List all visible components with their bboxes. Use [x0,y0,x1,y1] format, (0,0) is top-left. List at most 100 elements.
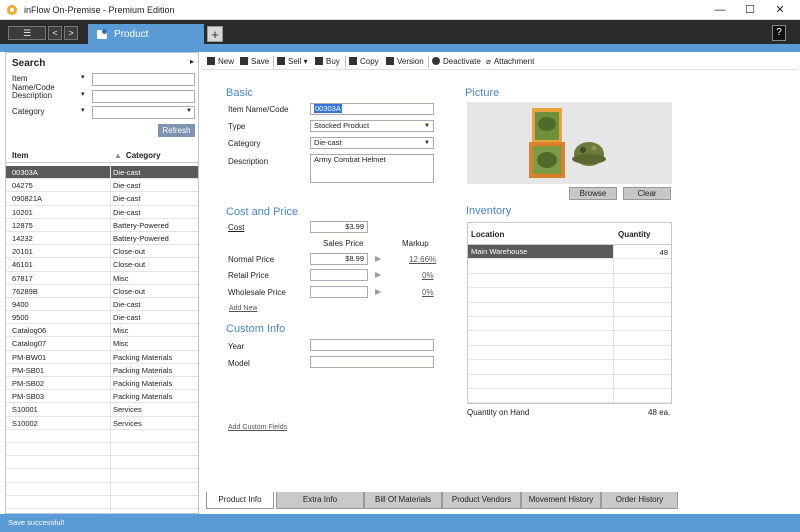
accent-strip [0,44,800,52]
inventory-row[interactable] [468,345,671,361]
inventory-row[interactable] [468,273,671,289]
chevron-right-icon: > [68,28,74,38]
forward-button[interactable]: > [64,26,78,40]
tab-product-info[interactable]: Product Info [206,492,274,509]
table-row[interactable]: PM-SB02 Packing Materials [6,377,198,391]
deactivate-button[interactable]: Deactivate [432,57,481,66]
refresh-button[interactable]: Refresh [158,124,195,137]
table-row[interactable] [6,482,198,496]
tab-product-vendors[interactable]: Product Vendors [442,492,521,509]
table-row[interactable] [6,442,198,457]
table-row[interactable]: PM-SB03 Packing Materials [6,390,198,404]
row-item: Catalog06 [12,326,47,336]
attachment-button[interactable]: ⌀ Attachment [486,57,534,66]
table-row[interactable] [6,429,198,443]
add-new-price-link[interactable]: Add New [229,305,257,312]
tab-bill-of-materials[interactable]: Bill Of Materials [364,492,442,509]
inventory-row[interactable] [468,389,671,404]
browse-button[interactable]: Browse [569,187,617,200]
play-arrow-icon[interactable]: ▶ [375,287,381,296]
tab-order-history[interactable]: Order History [601,492,678,509]
add-custom-fields-link[interactable]: Add Custom Fields [228,424,287,431]
inventory-row[interactable] [468,331,671,346]
table-row[interactable]: PM-BW01 Packing Materials [6,350,198,364]
inventory-row[interactable] [468,360,671,375]
status-bar: Save successful! [0,514,800,532]
sell-button[interactable]: Sell ▾ [277,57,308,66]
filter-operator-icon[interactable]: ▾ [81,90,85,98]
normal-markup-link[interactable]: 12.66% [409,255,436,264]
type-select[interactable]: Stocked Product ▼ [310,120,434,132]
play-arrow-icon[interactable]: ▶ [375,270,381,279]
menu-button[interactable]: ☰ [8,26,46,40]
table-row[interactable]: S10002 Services [6,416,198,430]
filter-description-input[interactable] [92,90,195,103]
table-row[interactable] [6,456,198,470]
filter-category-select[interactable]: ▼ [92,106,195,119]
close-button[interactable]: ✕ [766,2,794,18]
tab-extra-info[interactable]: Extra Info [276,492,364,509]
table-row[interactable]: PM-SB01 Packing Materials [6,363,198,377]
help-button[interactable]: ? [772,25,786,41]
year-input[interactable] [310,339,434,351]
category-select[interactable]: Die-cast ▼ [310,137,434,149]
clear-button[interactable]: Clear [623,187,671,200]
copy-button[interactable]: Copy [349,57,379,66]
inventory-row[interactable]: Main Warehouse 48 [468,245,671,260]
retail-price-input[interactable] [310,269,368,281]
version-button[interactable]: Version [386,57,424,66]
retail-markup-link[interactable]: 0% [422,271,434,280]
row-item: 10201 [12,207,33,217]
table-row[interactable]: 090821A Die-cast [6,192,198,206]
table-row[interactable]: Catalog07 Misc [6,337,198,351]
save-button[interactable]: Save [240,57,269,66]
maximize-button[interactable]: ☐ [736,2,764,18]
inventory-row[interactable] [468,374,671,389]
table-row[interactable]: 00303A Die-cast [6,166,198,180]
table-row[interactable]: S10001 Services [6,403,198,417]
inventory-row[interactable] [468,317,671,332]
column-location[interactable]: Location [471,230,504,239]
table-row[interactable] [6,469,198,483]
column-category[interactable]: ▲ Category [114,151,161,160]
description-textarea[interactable]: Army Combat Helmet [310,154,434,183]
table-row[interactable]: 14232 Battery-Powered [6,231,198,246]
filter-operator-icon[interactable]: ▾ [81,106,85,114]
back-button[interactable]: < [48,26,62,40]
inventory-row[interactable] [468,288,671,303]
model-input[interactable] [310,356,434,368]
inventory-row[interactable] [468,302,671,317]
table-row[interactable]: 04275 Die-cast [6,179,198,193]
wholesale-price-input[interactable] [310,286,368,298]
normal-price-input[interactable]: $8.99 [310,253,368,265]
buy-button[interactable]: Buy [315,57,340,66]
new-button[interactable]: New [207,57,234,66]
column-item[interactable]: Item [12,151,28,160]
filter-item-name-input[interactable] [92,73,195,86]
column-quantity[interactable]: Quantity [618,230,650,239]
product-picture[interactable] [467,102,672,184]
play-arrow-icon[interactable]: ▶ [375,254,381,263]
cost-label[interactable]: Cost [228,223,244,232]
table-row[interactable]: 46101 Close-out [6,258,198,272]
table-row[interactable]: 10201 Die-cast [6,205,198,219]
tab-product[interactable]: Product [88,24,204,44]
table-row[interactable]: 12875 Battery-Powered [6,218,198,232]
table-row[interactable] [6,495,198,509]
table-row[interactable]: 67817 Misc [6,271,198,285]
minimize-button[interactable]: — [706,2,734,18]
cost-input[interactable]: $3.99 [310,221,368,233]
inventory-row[interactable] [468,259,671,274]
table-row[interactable]: 9500 Die-cast [6,311,198,325]
table-row[interactable]: 9400 Die-cast [6,297,198,312]
tab-movement-history[interactable]: Movement History [521,492,601,509]
table-row[interactable]: 20101 Close-out [6,245,198,259]
item-name-input[interactable]: 00303A [310,103,434,115]
table-row[interactable]: Catalog06 Misc [6,324,198,338]
filter-operator-icon[interactable]: ▾ [81,73,85,81]
add-tab-button[interactable]: + [207,26,223,42]
table-row[interactable]: 76289B Close-out [6,284,198,298]
wholesale-markup-link[interactable]: 0% [422,288,434,297]
collapse-arrow-icon[interactable]: ▸ [190,57,194,66]
normal-price-label: Normal Price [228,255,275,264]
